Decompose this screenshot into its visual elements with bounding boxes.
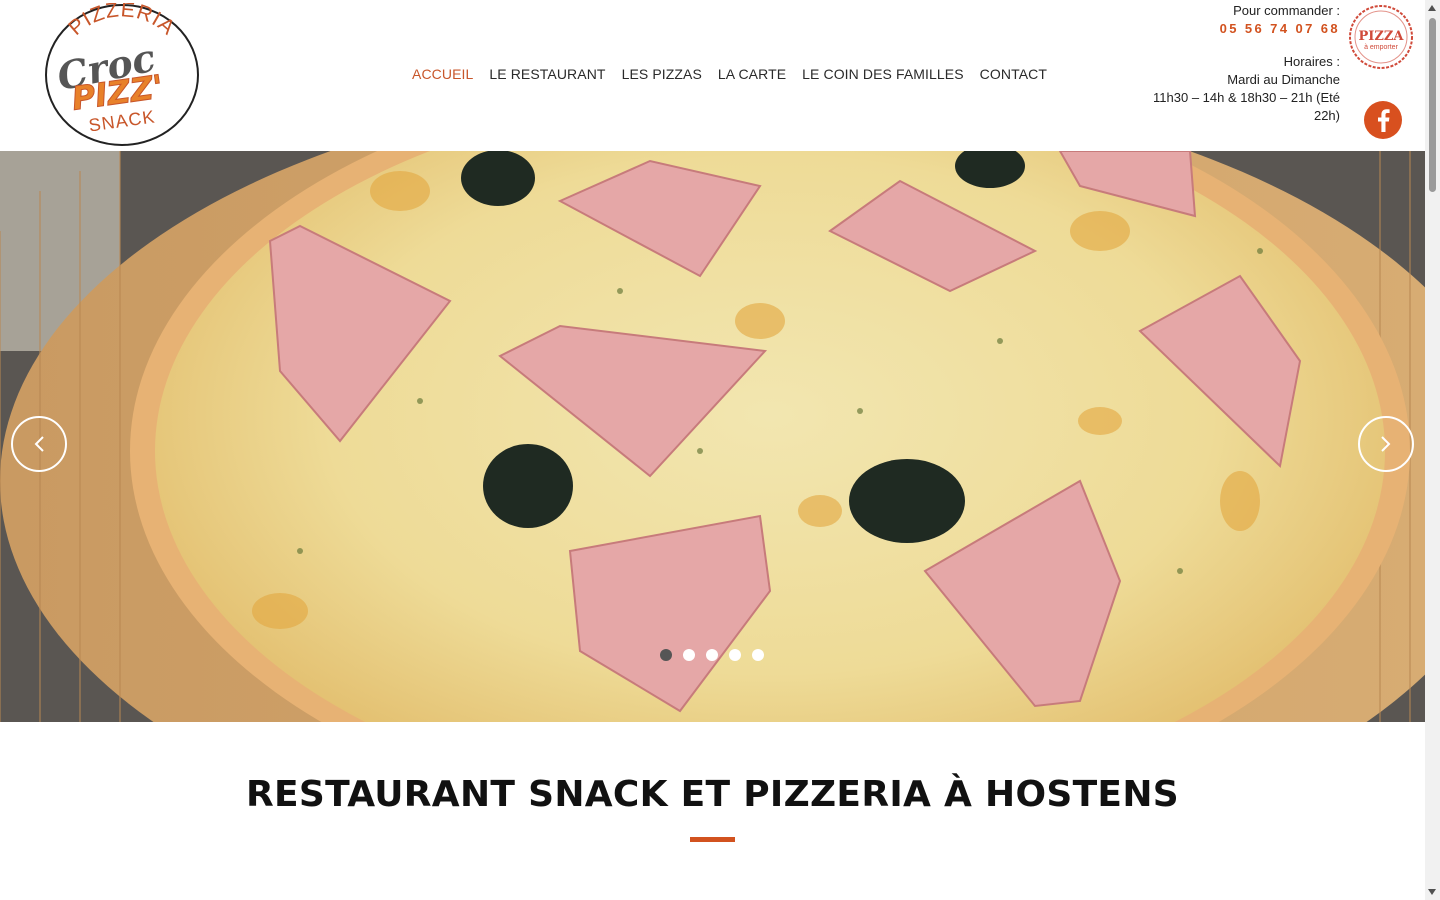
carousel-dot-2[interactable] [683,649,695,661]
site-header: PIZZERIA Croc PIZZ' SNACK ACCUEIL LE RES… [0,0,1425,151]
opening-hours: Horaires : Mardi au Dimanche 11h30 – 14h… [1140,53,1340,125]
hero-carousel [0,151,1425,722]
page-scrollbar[interactable] [1425,0,1440,900]
headline-underline [690,837,735,842]
hours-days: Mardi au Dimanche [1227,72,1340,87]
scrollbar-thumb[interactable] [1429,18,1436,192]
site-logo[interactable]: PIZZERIA Croc PIZZ' SNACK [44,0,202,148]
nav-accueil[interactable]: ACCUEIL [404,62,481,86]
stamp-line2: à emporter [1364,44,1399,51]
nav-la-carte[interactable]: LA CARTE [710,62,794,86]
hours-label: Horaires : [1283,54,1340,69]
stamp-line1: PIZZA [1359,29,1405,44]
order-label: Pour commander : [1233,3,1340,18]
nav-les-pizzas[interactable]: LES PIZZAS [614,62,710,86]
nav-contact[interactable]: CONTACT [972,62,1055,86]
carousel-indicators [660,649,764,661]
chevron-left-icon [34,436,44,452]
facebook-icon[interactable] [1364,101,1402,139]
hours-times: 11h30 – 14h & 18h30 – 21h (Eté 22h) [1153,90,1340,123]
order-phone[interactable]: 05 56 74 07 68 [1220,20,1340,38]
nav-le-coin-des-familles[interactable]: LE COIN DES FAMILLES [794,62,972,86]
scroll-up-arrow-icon[interactable] [1428,5,1436,11]
carousel-dot-3[interactable] [706,649,718,661]
main-nav: ACCUEIL LE RESTAURANT LES PIZZAS LA CART… [404,62,1055,86]
carousel-prev-button[interactable] [11,416,67,472]
page-headline: RESTAURANT SNACK ET PIZZERIA À HOSTENS [246,774,1179,815]
order-info: Pour commander : 05 56 74 07 68 [1220,2,1340,38]
nav-le-restaurant[interactable]: LE RESTAURANT [481,62,613,86]
carousel-dot-1[interactable] [660,649,672,661]
scroll-down-arrow-icon[interactable] [1428,889,1436,895]
carousel-dot-4[interactable] [729,649,741,661]
chevron-right-icon [1381,436,1391,452]
pizza-photo [0,151,1425,722]
carousel-next-button[interactable] [1358,416,1414,472]
pizza-a-emporter-stamp: PIZZA à emporter [1347,3,1415,71]
carousel-dot-5[interactable] [752,649,764,661]
page: PIZZERIA Croc PIZZ' SNACK ACCUEIL LE RES… [0,0,1425,900]
